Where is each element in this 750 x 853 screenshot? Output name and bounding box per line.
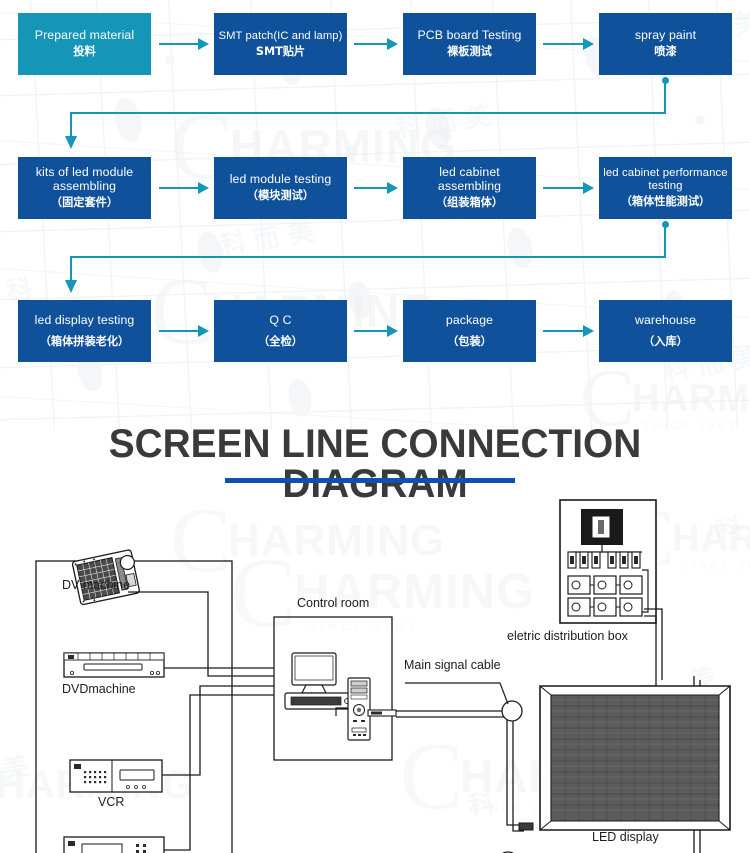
control-room-keyboard bbox=[284, 692, 354, 710]
led-display-icon bbox=[539, 685, 731, 831]
flow-box-warehouse[interactable]: warehouse （入库） bbox=[599, 300, 732, 362]
main-signal-cable-path bbox=[396, 710, 524, 832]
flow-box-label-cn: （入库） bbox=[643, 334, 688, 348]
flow-box-label-cn: （全检） bbox=[258, 334, 303, 348]
source-label-dvd-machine: DVDmachine bbox=[62, 682, 136, 696]
main-signal-cable-leader bbox=[405, 682, 509, 705]
flow-arrow-r3-1 bbox=[159, 325, 209, 337]
flow-arrow-r3-3 bbox=[543, 325, 594, 337]
main-signal-cable-label: Main signal cable bbox=[404, 658, 501, 672]
flow-box-label-cn: （固定套件） bbox=[50, 195, 119, 209]
flow-box-label-cn: （箱体拼装老化） bbox=[39, 334, 130, 348]
flow-box-label-cn: 裸板测试 bbox=[447, 45, 492, 59]
signal-connector bbox=[518, 822, 534, 831]
flow-box-cabinet-assembling[interactable]: led cabinet assembling （组装箱体） bbox=[403, 157, 536, 219]
flow-box-label-cn: （包装） bbox=[447, 334, 492, 348]
control-room-label: Control room bbox=[297, 596, 370, 610]
control-room-pc-tower bbox=[347, 677, 371, 741]
flow-box-cabinet-performance-testing[interactable]: led cabinet performance testing （箱体性能测试） bbox=[599, 157, 732, 219]
led-display-label: LED display bbox=[592, 830, 659, 844]
control-room-box bbox=[273, 616, 393, 761]
flow-box-spray-paint[interactable]: spray paint 喷漆 bbox=[599, 13, 732, 75]
flow-box-label-en: led cabinet assembling bbox=[437, 165, 502, 194]
flow-box-label-cn: 投料 bbox=[73, 45, 96, 59]
flow-box-label-en: kits of led module assembling bbox=[35, 165, 134, 194]
page-root: C HARMING SINCE 2003 C HARMING SINCE 200… bbox=[0, 0, 750, 853]
flow-arrow-r2-3 bbox=[543, 182, 594, 194]
production-flowchart: Prepared material 投料 SMT patch(IC and la… bbox=[0, 0, 750, 415]
flow-box-label-en: led cabinet performance testing bbox=[603, 167, 728, 193]
flow-box-prepared-material[interactable]: Prepared material 投料 bbox=[18, 13, 151, 75]
tv-video-icon bbox=[63, 836, 165, 853]
flow-box-label-en: led display testing bbox=[34, 312, 135, 327]
flow-arrow-r2-1 bbox=[159, 182, 209, 194]
section-title-underline bbox=[225, 478, 515, 483]
flow-box-label-en: PCB board Testing bbox=[417, 28, 522, 43]
connection-schematic: DV machine DVDmachine VCR TV video Contr… bbox=[0, 490, 750, 853]
flow-box-label-en: warehouse bbox=[634, 312, 697, 327]
flow-arrow-r1-3 bbox=[543, 38, 594, 50]
flow-box-label-en: package bbox=[445, 312, 494, 327]
vcr-icon bbox=[69, 759, 163, 793]
flow-box-label-en: spray paint bbox=[634, 28, 697, 43]
main-signal-cable-marker bbox=[501, 700, 523, 722]
flow-box-label-cn: 喷漆 bbox=[654, 45, 677, 59]
flow-box-label-en: SMT patch(IC and lamp) bbox=[218, 29, 343, 42]
electric-distribution-box-icon bbox=[559, 499, 657, 624]
source-label-dv-machine: DV machine bbox=[62, 578, 131, 592]
flow-box-label-cn: （组装箱体） bbox=[435, 195, 504, 209]
flow-arrow-r2-2 bbox=[354, 182, 398, 194]
flow-box-kits-assembling[interactable]: kits of led module assembling （固定套件） bbox=[18, 157, 151, 219]
flow-box-pcb-testing[interactable]: PCB board Testing 裸板测试 bbox=[403, 13, 536, 75]
flow-arrow-r1-2 bbox=[354, 38, 398, 50]
dvd-machine-icon bbox=[63, 652, 165, 678]
control-room-monitor bbox=[291, 652, 337, 694]
source-room-box bbox=[35, 560, 233, 853]
source-label-vcr: VCR bbox=[98, 795, 125, 809]
flow-box-module-testing[interactable]: led module testing （模块测试） bbox=[214, 157, 347, 219]
flow-box-label-cn: （模块测试） bbox=[246, 189, 315, 203]
flow-box-label-en: led module testing bbox=[229, 172, 332, 187]
flow-box-label-cn: SMT贴片 bbox=[255, 44, 306, 58]
flow-box-package[interactable]: package （包装） bbox=[403, 300, 536, 362]
flow-arrow-r3-2 bbox=[354, 325, 398, 337]
flow-box-qc[interactable]: Q C （全检） bbox=[214, 300, 347, 362]
flow-box-label-cn: （箱体性能测试） bbox=[620, 194, 711, 208]
flow-arrow-r1-1 bbox=[159, 38, 209, 50]
flow-box-label-en: Prepared material bbox=[34, 28, 135, 43]
device-signal-cables bbox=[128, 591, 274, 851]
distribution-box-label: eletric distribution box bbox=[507, 629, 628, 643]
flow-box-label-en: Q C bbox=[269, 312, 292, 327]
flow-box-smt-patch[interactable]: SMT patch(IC and lamp) SMT贴片 bbox=[214, 13, 347, 75]
flow-box-led-display-testing[interactable]: led display testing （箱体拼装老化） bbox=[18, 300, 151, 362]
